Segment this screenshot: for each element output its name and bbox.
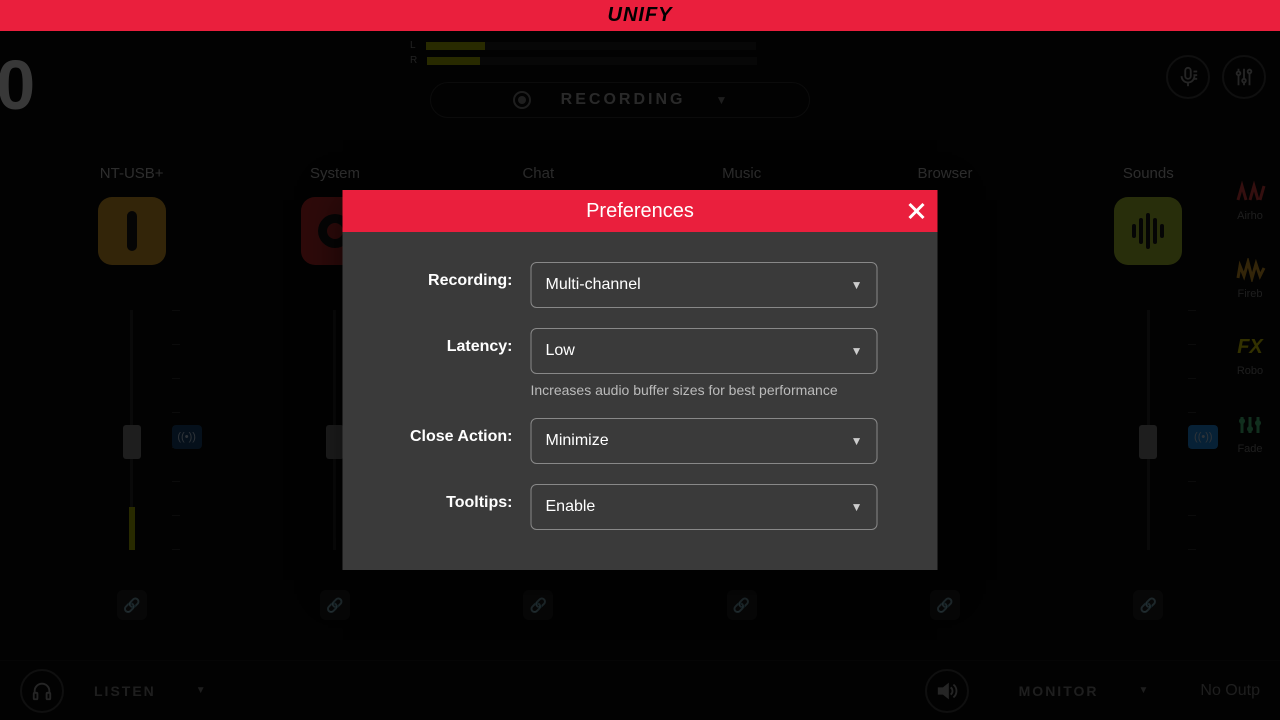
pref-row-tooltips: Tooltips: Enable ▼	[403, 484, 878, 530]
select-value: Minimize	[546, 432, 609, 450]
close-icon	[908, 202, 926, 220]
recording-select[interactable]: Multi-channel ▼	[531, 262, 878, 308]
latency-select[interactable]: Low ▼	[531, 328, 878, 374]
latency-hint: Increases audio buffer sizes for best pe…	[531, 382, 878, 398]
pref-label-tooltips: Tooltips:	[403, 484, 513, 512]
tooltips-select[interactable]: Enable ▼	[531, 484, 878, 530]
title-bar: UNIFY	[0, 0, 1280, 31]
pref-row-recording: Recording: Multi-channel ▼	[403, 262, 878, 308]
pref-label-close-action: Close Action:	[403, 418, 513, 446]
pref-row-close-action: Close Action: Minimize ▼	[403, 418, 878, 464]
select-value: Enable	[546, 498, 596, 516]
preferences-modal: Preferences Recording: Multi-channel ▼ L…	[343, 190, 938, 570]
select-value: Low	[546, 342, 575, 360]
modal-title: Preferences	[586, 200, 694, 223]
select-value: Multi-channel	[546, 276, 641, 294]
pref-row-latency: Latency: Low ▼ Increases audio buffer si…	[403, 328, 878, 398]
chevron-down-icon: ▼	[851, 344, 863, 358]
pref-label-latency: Latency:	[403, 328, 513, 356]
close-action-select[interactable]: Minimize ▼	[531, 418, 878, 464]
modal-header: Preferences	[343, 190, 938, 232]
modal-body: Recording: Multi-channel ▼ Latency: Low …	[343, 232, 938, 570]
pref-label-recording: Recording:	[403, 262, 513, 290]
app-logo: UNIFY	[608, 4, 673, 27]
chevron-down-icon: ▼	[851, 278, 863, 292]
chevron-down-icon: ▼	[851, 434, 863, 448]
close-button[interactable]	[908, 202, 926, 220]
chevron-down-icon: ▼	[851, 500, 863, 514]
